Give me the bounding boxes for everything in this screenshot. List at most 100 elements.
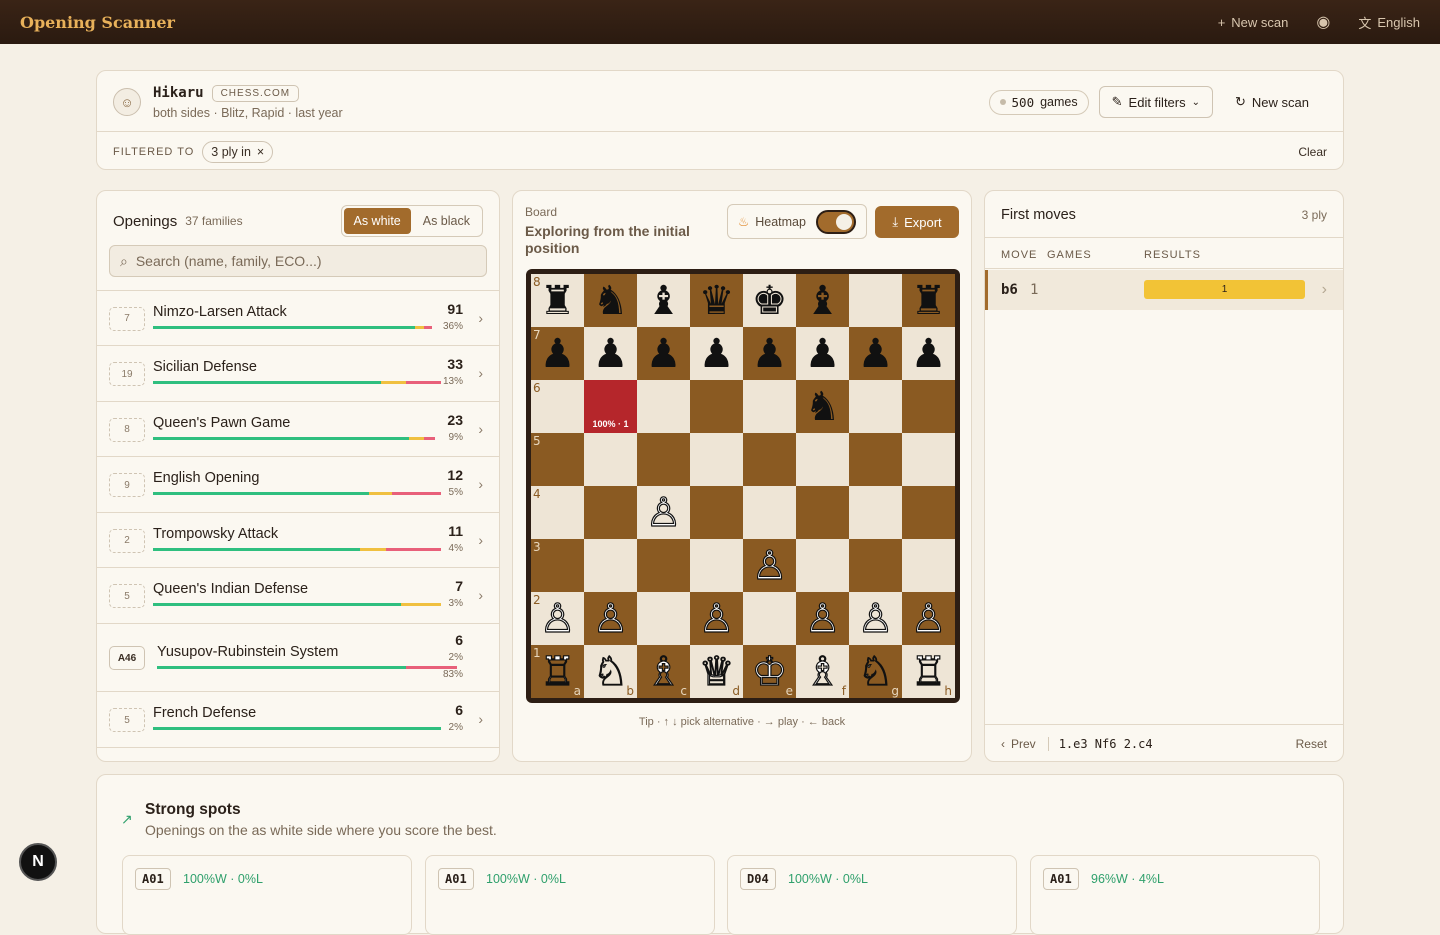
opening-row[interactable]: 2 Trompowsky Attack 11 4% › bbox=[97, 512, 499, 567]
chess-piece[interactable]: ♗ bbox=[645, 651, 682, 692]
chess-piece[interactable]: ♞ bbox=[593, 281, 629, 321]
reset-button[interactable]: Reset bbox=[1296, 737, 1327, 751]
github-icon[interactable]: ◉ bbox=[1316, 12, 1330, 32]
board-square[interactable] bbox=[902, 486, 955, 539]
chess-piece[interactable]: ♚ bbox=[752, 281, 788, 321]
board-square[interactable]: ♜ bbox=[902, 274, 955, 327]
board-square[interactable]: ♟ bbox=[902, 327, 955, 380]
board-square[interactable]: ♘ b bbox=[584, 645, 637, 698]
chess-piece[interactable]: ♔ bbox=[751, 651, 788, 692]
close-icon[interactable]: × bbox=[257, 145, 264, 159]
tab-as-white[interactable]: As white bbox=[343, 208, 411, 234]
chess-piece[interactable]: ♘ bbox=[857, 651, 894, 692]
filter-chip[interactable]: 3 ply in × bbox=[202, 140, 274, 163]
strong-spot-card[interactable]: A01 100%W · 0%L bbox=[122, 855, 412, 935]
board-square[interactable]: ♙ bbox=[584, 592, 637, 645]
board-square[interactable] bbox=[743, 433, 796, 486]
board-square[interactable]: 4 bbox=[531, 486, 584, 539]
export-button[interactable]: ⤓ Export bbox=[875, 206, 959, 238]
board-square[interactable]: ♜ 8 bbox=[531, 274, 584, 327]
chess-piece[interactable]: ♝ bbox=[646, 281, 682, 321]
board-square[interactable]: ♝ bbox=[796, 274, 849, 327]
chess-piece[interactable]: ♙ bbox=[751, 545, 788, 586]
board-square[interactable]: ♗ f bbox=[796, 645, 849, 698]
board-square[interactable]: ♟ bbox=[637, 327, 690, 380]
board-square[interactable] bbox=[902, 539, 955, 592]
chess-piece[interactable]: ♟ bbox=[593, 334, 629, 374]
board-square[interactable] bbox=[584, 486, 637, 539]
board-square[interactable] bbox=[849, 486, 902, 539]
chess-piece[interactable]: ♙ bbox=[910, 598, 947, 639]
board-square[interactable]: ♟ bbox=[690, 327, 743, 380]
opening-row[interactable]: 19 Sicilian Defense 33 13% › bbox=[97, 345, 499, 401]
heatmap-toggle[interactable]: ♨ Heatmap bbox=[727, 204, 867, 239]
chess-piece[interactable]: ♟ bbox=[858, 334, 894, 374]
board-square[interactable]: ♗ c bbox=[637, 645, 690, 698]
board-square[interactable] bbox=[849, 380, 902, 433]
board-square[interactable] bbox=[743, 592, 796, 645]
chess-piece[interactable]: ♕ bbox=[698, 651, 735, 692]
board-square[interactable] bbox=[690, 380, 743, 433]
board-square[interactable]: ♝ bbox=[637, 274, 690, 327]
board-square[interactable]: ♙ bbox=[637, 486, 690, 539]
opening-row[interactable]: 5 French Defense 6 2% › bbox=[97, 691, 499, 747]
board-square[interactable] bbox=[796, 433, 849, 486]
board-square[interactable]: ♟ bbox=[584, 327, 637, 380]
chess-piece[interactable]: ♞ bbox=[805, 387, 841, 427]
chess-piece[interactable]: ♟ bbox=[805, 334, 841, 374]
chess-piece[interactable]: ♗ bbox=[804, 651, 841, 692]
board-square[interactable] bbox=[637, 592, 690, 645]
board-square[interactable] bbox=[743, 380, 796, 433]
chess-piece[interactable]: ♟ bbox=[911, 334, 947, 374]
board-square[interactable] bbox=[796, 486, 849, 539]
board-square[interactable]: ♕ d bbox=[690, 645, 743, 698]
board-square[interactable]: ♘ g bbox=[849, 645, 902, 698]
new-scan-button[interactable]: ↻ New scan bbox=[1223, 87, 1321, 117]
chess-piece[interactable]: ♙ bbox=[857, 598, 894, 639]
chess-piece[interactable]: ♟ bbox=[699, 334, 735, 374]
chess-piece[interactable]: ♙ bbox=[592, 598, 629, 639]
board-square[interactable]: ♟ bbox=[796, 327, 849, 380]
board-square[interactable]: 5 bbox=[531, 433, 584, 486]
board-square[interactable] bbox=[690, 486, 743, 539]
board-square[interactable]: ♙ bbox=[902, 592, 955, 645]
board-square[interactable] bbox=[849, 433, 902, 486]
board-square[interactable] bbox=[849, 274, 902, 327]
strong-spot-card[interactable]: A01 100%W · 0%L bbox=[425, 855, 715, 935]
board-square[interactable]: ♙ 2 bbox=[531, 592, 584, 645]
board-square[interactable]: ♞ bbox=[584, 274, 637, 327]
new-scan-link[interactable]: + New scan bbox=[1218, 15, 1289, 30]
chess-piece[interactable]: ♜ bbox=[540, 281, 576, 321]
board-square[interactable] bbox=[743, 486, 796, 539]
opening-row[interactable]: 5 Queen's Indian Defense 7 3% › bbox=[97, 567, 499, 623]
board-square[interactable]: 100% · 1 bbox=[584, 380, 637, 433]
clear-filters-button[interactable]: Clear bbox=[1298, 145, 1327, 159]
search-input[interactable]: ⌕ Search (name, family, ECO...) bbox=[109, 245, 487, 277]
board-square[interactable]: ♙ bbox=[796, 592, 849, 645]
edit-filters-button[interactable]: ✎ Edit filters ⌄ bbox=[1098, 86, 1214, 118]
chess-piece[interactable]: ♙ bbox=[645, 492, 682, 533]
board-square[interactable]: ♟ bbox=[743, 327, 796, 380]
opening-row[interactable]: 7 Nimzo-Larsen Attack 91 36% › bbox=[97, 290, 499, 345]
board-square[interactable]: ♙ bbox=[743, 539, 796, 592]
board-square[interactable] bbox=[902, 433, 955, 486]
tab-as-black[interactable]: As black bbox=[413, 208, 480, 234]
board-square[interactable] bbox=[637, 539, 690, 592]
board-square[interactable]: ♛ bbox=[690, 274, 743, 327]
board-square[interactable] bbox=[690, 539, 743, 592]
board-square[interactable]: ♖ h bbox=[902, 645, 955, 698]
opening-row[interactable]: 9 English Opening 12 5% › bbox=[97, 456, 499, 512]
chess-piece[interactable]: ♙ bbox=[804, 598, 841, 639]
board-square[interactable] bbox=[849, 539, 902, 592]
board-square[interactable] bbox=[690, 433, 743, 486]
chess-piece[interactable]: ♝ bbox=[805, 281, 841, 321]
board-square[interactable]: 6 bbox=[531, 380, 584, 433]
chess-piece[interactable]: ♖ bbox=[539, 651, 576, 692]
board-square[interactable]: ♖ 1 a bbox=[531, 645, 584, 698]
board-square[interactable]: ♙ bbox=[690, 592, 743, 645]
language-button[interactable]: 文 English bbox=[1358, 13, 1420, 32]
strong-spot-card[interactable]: A01 96%W · 4%L bbox=[1030, 855, 1320, 935]
chess-piece[interactable]: ♜ bbox=[911, 281, 947, 321]
board-square[interactable] bbox=[637, 380, 690, 433]
next-dev-button[interactable]: N bbox=[19, 843, 57, 881]
